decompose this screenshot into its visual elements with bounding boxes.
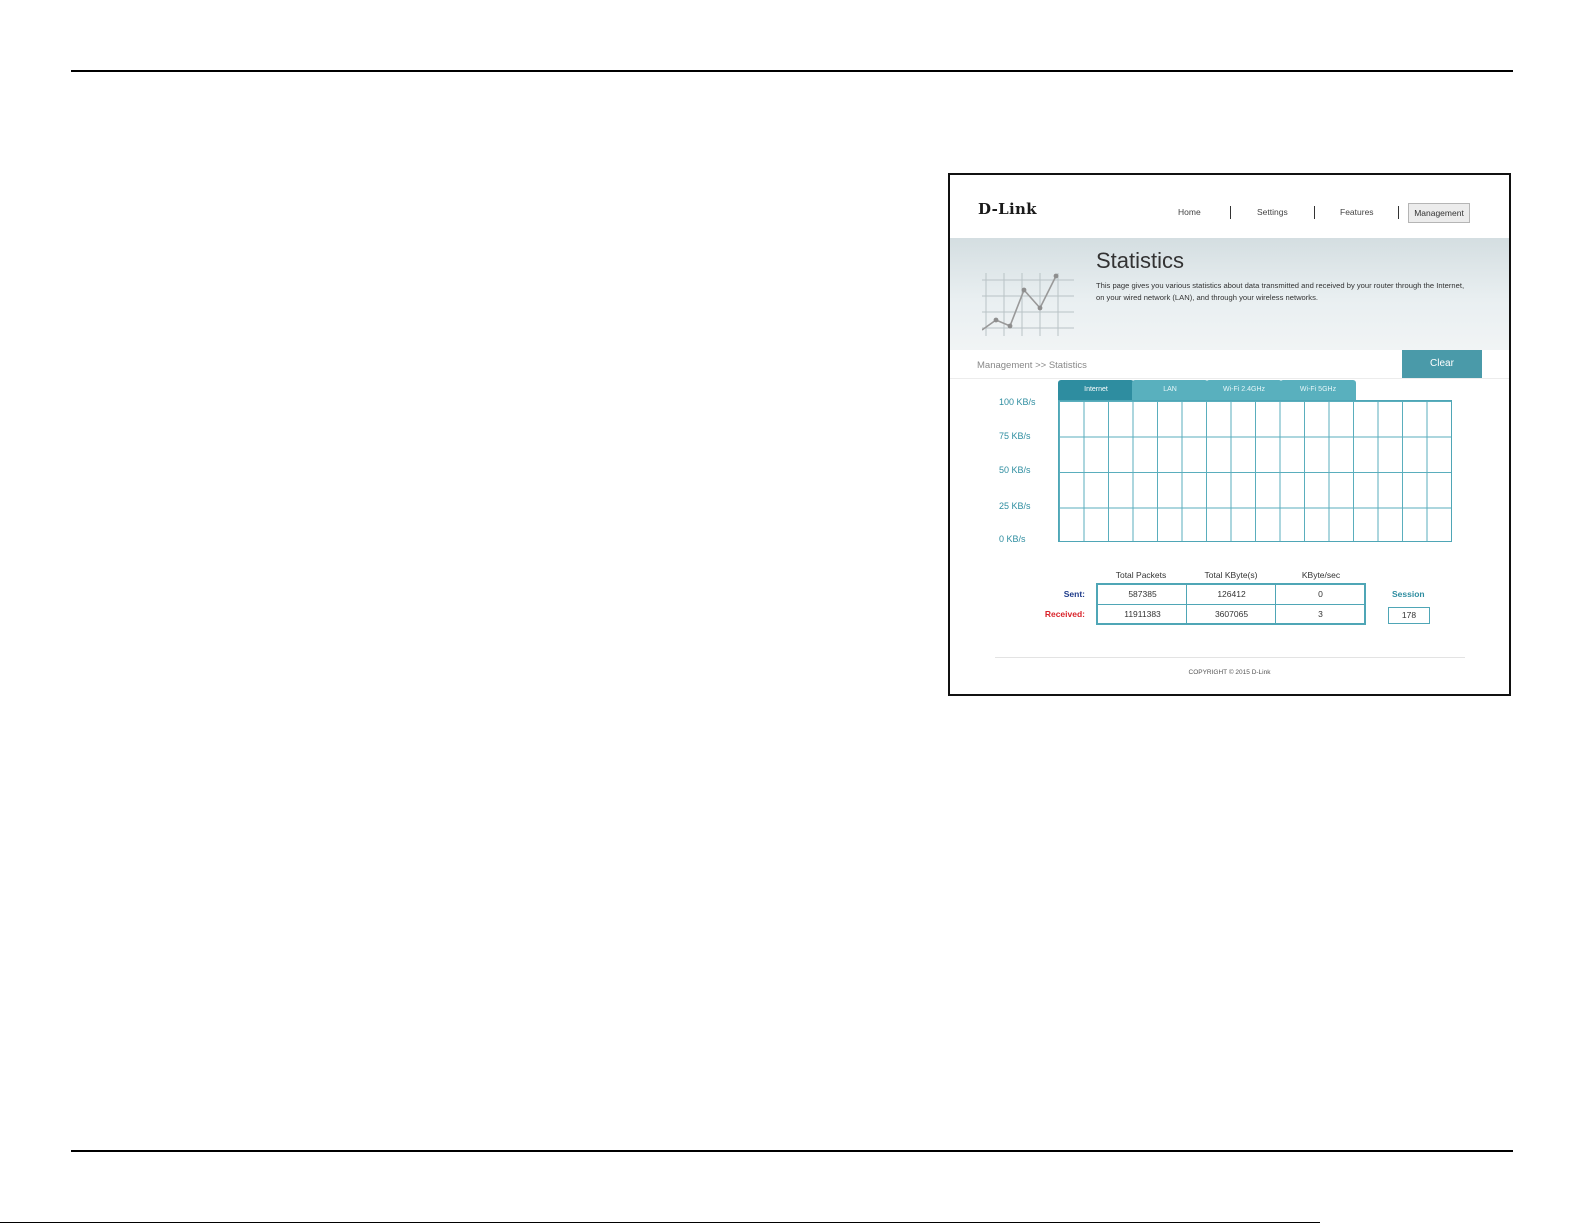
column-header: Total Packets — [1115, 570, 1167, 580]
dlink-logo: D-Link — [978, 200, 1037, 218]
y-axis-label: 50 KB/s — [999, 465, 1031, 475]
footer-divider — [995, 657, 1465, 658]
copyright: COPYRIGHT © 2015 D-Link — [1188, 669, 1271, 676]
nav-home[interactable]: Home — [1178, 207, 1201, 217]
breadcrumb-bar: Management >> Statistics Clear — [950, 350, 1509, 379]
page-banner: Statistics This page gives you various s… — [950, 238, 1509, 350]
y-axis-label: 100 KB/s — [999, 397, 1036, 407]
page-title: Statistics — [1096, 248, 1185, 273]
nav-separator — [1314, 206, 1315, 219]
nav-separator — [1398, 206, 1399, 219]
nav-settings[interactable]: Settings — [1257, 207, 1288, 217]
breadcrumb: Management >> Statistics — [977, 360, 1087, 371]
column-header: KByte/sec — [1301, 570, 1341, 580]
nav-separator — [1230, 206, 1231, 219]
sent-total-kbytes: 126412 — [1217, 589, 1246, 599]
router-screenshot: D-Link Home Settings Features Management… — [948, 173, 1511, 696]
received-label: Received: — [1044, 609, 1085, 619]
tab-wifi-5ghz[interactable]: Wi-Fi 5GHz — [1280, 380, 1356, 400]
column-header: Total KByte(s) — [1204, 570, 1258, 580]
statistics-table: Total Packets Total KByte(s) KByte/sec S… — [1010, 570, 1450, 630]
traffic-graph — [1058, 400, 1452, 542]
statistics-chart-icon — [982, 273, 1074, 336]
sent-label: Sent: — [1063, 589, 1085, 599]
sent-kbyte-sec: 0 — [1318, 589, 1323, 599]
tab-internet[interactable]: Internet — [1058, 380, 1134, 400]
clear-button[interactable]: Clear — [1402, 350, 1482, 378]
page-top-rule — [71, 70, 1513, 72]
page-description: This page gives you various statistics a… — [1096, 281, 1465, 302]
nav-features[interactable]: Features — [1340, 207, 1374, 217]
page-foot-rule — [0, 1222, 1320, 1223]
sent-total-packets: 587385 — [1128, 589, 1157, 599]
session-label: Session — [1392, 589, 1425, 599]
received-total-packets: 11911383 — [1124, 609, 1161, 619]
session-value: 178 — [1388, 607, 1430, 624]
received-total-kbytes: 3607065 — [1214, 609, 1249, 619]
y-axis-label: 25 KB/s — [999, 501, 1031, 511]
page-bottom-rule — [71, 1150, 1513, 1152]
y-axis-label: 75 KB/s — [999, 431, 1031, 441]
stats-grid: 587385 126412 0 11911383 3607065 3 — [1096, 583, 1366, 625]
received-kbyte-sec: 3 — [1318, 609, 1323, 619]
tab-wifi-24ghz[interactable]: Wi-Fi 2.4GHz — [1206, 380, 1282, 400]
tab-lan[interactable]: LAN — [1132, 380, 1208, 400]
top-nav: Home Settings Features Management — [1150, 203, 1490, 225]
y-axis-label: 0 KB/s — [999, 534, 1026, 544]
nav-management[interactable]: Management — [1408, 203, 1470, 223]
